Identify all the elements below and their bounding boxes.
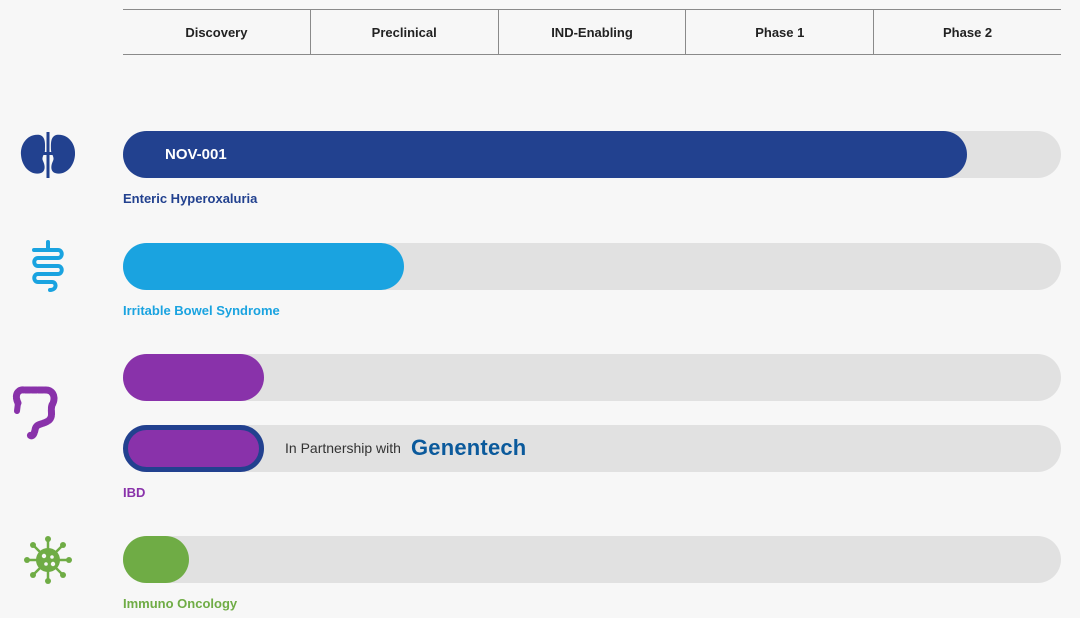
colon-icon — [12, 386, 58, 440]
progress-bar-ibd-partner — [123, 425, 264, 472]
indication-enteric-hyperoxaluria: Enteric Hyperoxaluria — [123, 191, 258, 206]
phase-1: Phase 1 — [685, 10, 873, 54]
phase-2: Phase 2 — [873, 10, 1061, 54]
intestine-icon — [32, 240, 64, 292]
program-label-nov001: NOV-001 — [165, 146, 227, 163]
virus-icon — [24, 536, 72, 584]
phase-preclinical: Preclinical — [309, 10, 498, 54]
progress-track-ibs — [123, 243, 1061, 290]
phase-discovery: Discovery — [185, 24, 248, 40]
phase-header: Discovery Preclinical IND-Enabling Phase… — [123, 9, 1061, 55]
progress-track-enteric: NOV-001 — [123, 131, 1061, 178]
progress-bar-io — [123, 536, 189, 583]
progress-track-ibd-1 — [123, 354, 1061, 401]
phase-ind-enabling: IND-Enabling — [497, 10, 686, 54]
partnership-text: In Partnership with — [285, 440, 401, 456]
indication-ibd: IBD — [123, 485, 146, 500]
kidney-icon — [20, 132, 76, 178]
progress-bar-ibs — [123, 243, 404, 290]
partnership-note: In Partnership with Genentech — [285, 431, 526, 465]
genentech-logo: Genentech — [410, 435, 527, 460]
progress-bar-ibd-1 — [123, 354, 264, 401]
progress-track-io — [123, 536, 1061, 583]
indication-immuno-oncology: Immuno Oncology — [123, 596, 238, 611]
progress-bar-nov001: NOV-001 — [123, 131, 967, 178]
progress-track-ibd-partner — [123, 425, 1061, 472]
indication-ibs: Irritable Bowel Syndrome — [123, 303, 280, 318]
